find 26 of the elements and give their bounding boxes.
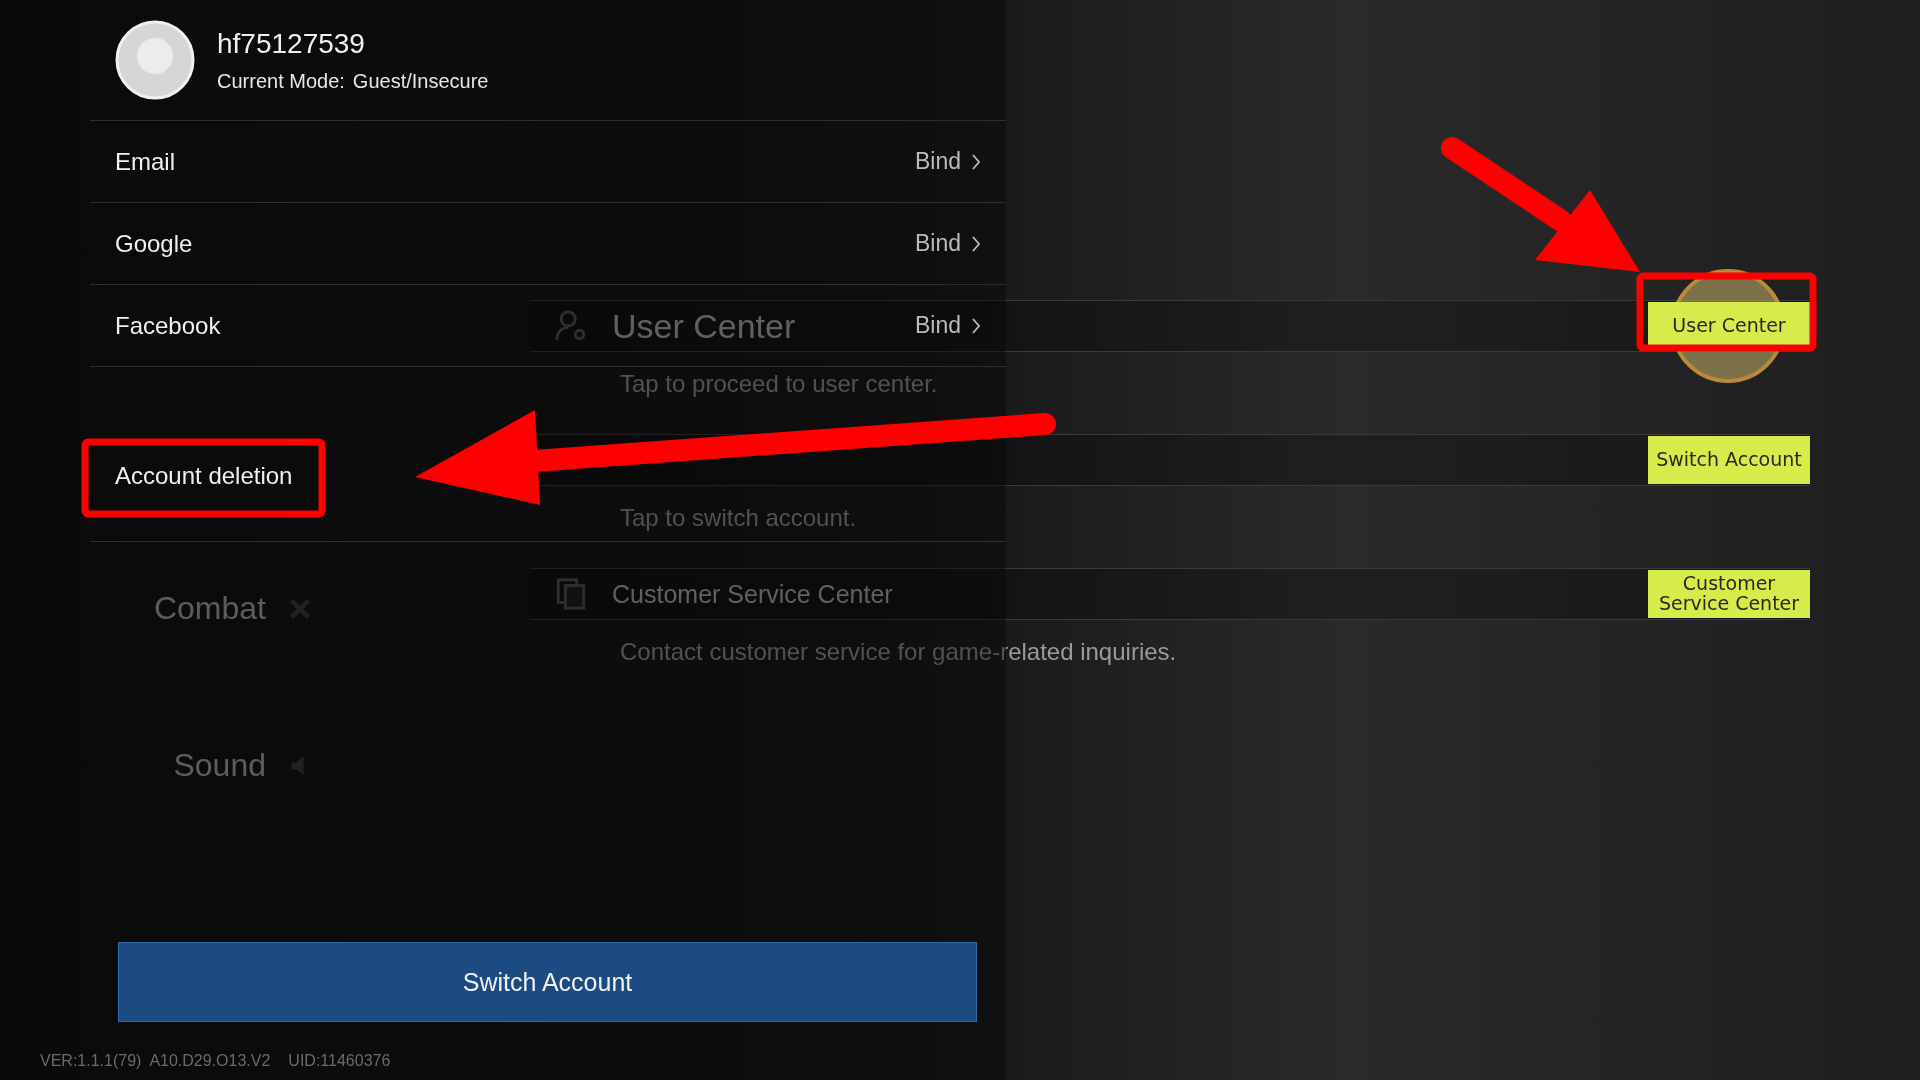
option-description: Tap to switch account. <box>619 504 858 532</box>
account-type-label: Email <box>115 147 175 176</box>
account-deletion-link[interactable]: Account deletion <box>115 462 293 490</box>
username: hf75127539 <box>217 27 366 60</box>
mode-label: Current Mode: <box>217 69 345 93</box>
option-button[interactable]: Customer Service Center <box>1648 570 1810 618</box>
bind-link[interactable]: Bind <box>914 148 981 175</box>
option-title: Customer Service Center <box>612 579 893 609</box>
account-type-label: Google <box>115 229 193 258</box>
version-text: VER:1.1.1(79) A10.D29.O13.V2 <box>40 1052 271 1071</box>
uid-text: UID:11460376 <box>288 1052 391 1071</box>
documents-icon <box>554 577 588 611</box>
mode-value: Guest/Insecure <box>352 69 489 93</box>
account-type-label: Facebook <box>115 311 221 340</box>
chevron-right-icon <box>971 234 981 253</box>
avatar-icon <box>115 20 195 100</box>
user-gear-icon <box>554 309 588 343</box>
option-button[interactable]: Switch Account <box>1648 436 1810 484</box>
chevron-right-icon <box>971 152 981 171</box>
switch-account-button[interactable]: Switch Account <box>118 942 977 1022</box>
chevron-right-icon <box>971 316 981 335</box>
bind-link[interactable]: Bind <box>914 312 981 339</box>
option-description: Contact customer service for game-related inquiries. <box>619 638 1178 666</box>
option-description: Tap to proceed to user center. <box>619 370 939 398</box>
bind-link[interactable]: Bind <box>914 230 981 257</box>
option-title: User Center <box>612 306 796 346</box>
